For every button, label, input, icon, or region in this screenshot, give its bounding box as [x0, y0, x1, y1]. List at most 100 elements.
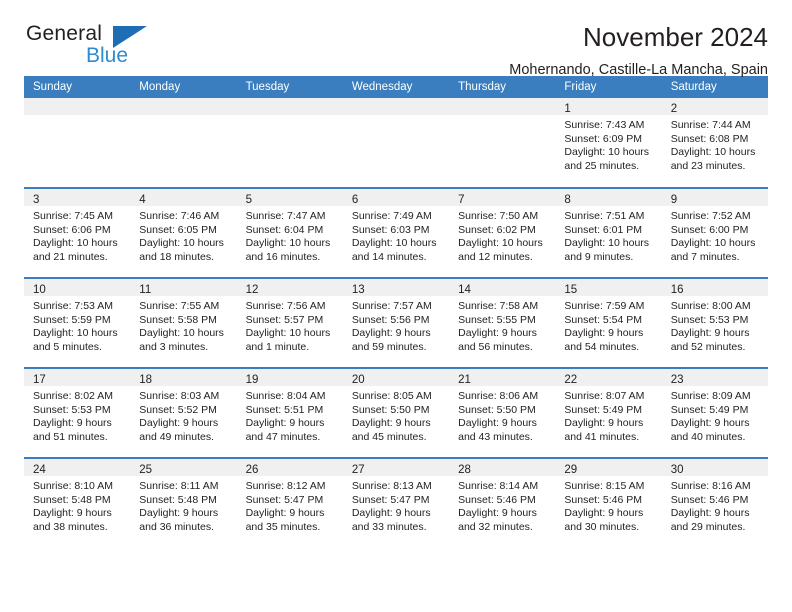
- calendar-day-cell-empty: [342, 98, 450, 188]
- calendar-day-cell[interactable]: 4 Sunrise: 7:46 AM Sunset: 6:05 PM Daylight…: [130, 187, 237, 278]
- calendar-day-cell[interactable]: 21 Sunrise: 8:06 AM Sunset: 5:50 PM Dayligh…: [449, 367, 556, 458]
- calendar-day-cell[interactable]: 25 Sunrise: 8:11 AM Sunset: 5:48 PM Dayligh…: [130, 457, 237, 548]
- day-number-band: 21: [449, 369, 556, 386]
- day-number: 3: [33, 194, 40, 206]
- day-sun-info: Sunrise: 8:10 AM Sunset: 5:48 PM Daylight:…: [24, 476, 130, 534]
- day-number-band: 11: [130, 279, 237, 296]
- day-sun-info: Sunrise: 7:44 AM Sunset: 6:08 PM Daylight:…: [662, 115, 768, 173]
- daylight-text: Daylight: 9 hours and 54 minutes.: [564, 327, 644, 353]
- day-number-band: 2: [661, 98, 768, 115]
- day-cell-inner: [236, 98, 343, 186]
- calendar-day-cell[interactable]: 3 Sunrise: 7:45 AM Sunset: 6:06 PM Daylight…: [24, 187, 131, 278]
- calendar-day-cell[interactable]: 17 Sunrise: 8:02 AM Sunset: 5:53 PM Dayligh…: [24, 367, 131, 458]
- sunrise-text: Sunrise: 8:00 AM: [670, 300, 751, 312]
- day-number-band: 7: [449, 189, 556, 206]
- day-cell-inner: 6 Sunrise: 7:49 AM Sunset: 6:03 PM Daylight…: [342, 189, 450, 277]
- daylight-text: Daylight: 10 hours and 7 minutes.: [670, 237, 756, 263]
- day-number-band: 16: [661, 279, 768, 296]
- day-sun-info: Sunrise: 7:46 AM Sunset: 6:05 PM Daylight:…: [130, 206, 236, 264]
- sunrise-text: Sunrise: 7:53 AM: [33, 300, 113, 312]
- calendar-day-cell[interactable]: 1 Sunrise: 7:43 AM Sunset: 6:09 PM Daylight…: [555, 98, 662, 188]
- calendar-day-cell[interactable]: 6 Sunrise: 7:49 AM Sunset: 6:03 PM Daylight…: [342, 187, 450, 278]
- day-number: 20: [351, 374, 365, 386]
- day-cell-inner: 14 Sunrise: 7:58 AM Sunset: 5:55 PM Dayligh…: [449, 279, 556, 367]
- calendar-day-cell[interactable]: 16 Sunrise: 8:00 AM Sunset: 5:53 PM Dayligh…: [661, 277, 768, 368]
- sunset-text: Sunset: 6:08 PM: [670, 132, 749, 145]
- calendar-day-cell[interactable]: 5 Sunrise: 7:47 AM Sunset: 6:04 PM Daylight…: [236, 187, 343, 278]
- daylight-text: Daylight: 10 hours and 3 minutes.: [139, 327, 224, 353]
- calendar-day-cell[interactable]: 7 Sunrise: 7:50 AM Sunset: 6:02 PM Daylight…: [449, 187, 556, 278]
- calendar-day-cell[interactable]: 20 Sunrise: 8:05 AM Sunset: 5:50 PM Dayligh…: [342, 367, 450, 458]
- page-title: November 2024: [583, 22, 768, 52]
- title-block: November 2024 Mohernando, Castille-La Ma…: [509, 22, 768, 80]
- day-cell-inner: [24, 98, 131, 186]
- day-sun-info: Sunrise: 7:57 AM Sunset: 5:56 PM Daylight:…: [343, 296, 449, 354]
- logo-text-general: General: [26, 22, 103, 45]
- calendar-week-row: 3 Sunrise: 7:45 AM Sunset: 6:06 PM Daylight…: [24, 187, 768, 278]
- calendar-day-cell[interactable]: 26 Sunrise: 8:12 AM Sunset: 5:47 PM Dayligh…: [236, 457, 343, 548]
- calendar-day-cell-empty: [449, 98, 556, 188]
- sunset-text: Sunset: 5:49 PM: [564, 403, 643, 416]
- day-number: 27: [351, 464, 365, 476]
- sunrise-text: Sunrise: 8:05 AM: [351, 390, 432, 402]
- calendar-day-cell[interactable]: 23 Sunrise: 8:09 AM Sunset: 5:49 PM Dayligh…: [661, 367, 768, 458]
- day-number: 15: [564, 284, 578, 296]
- calendar-day-cell[interactable]: 28 Sunrise: 8:14 AM Sunset: 5:46 PM Dayligh…: [449, 457, 556, 548]
- day-number-band: 30: [661, 459, 768, 476]
- daylight-text: Daylight: 9 hours and 52 minutes.: [670, 327, 750, 353]
- day-sun-info: Sunrise: 8:05 AM Sunset: 5:50 PM Daylight:…: [343, 386, 449, 444]
- calendar-day-cell[interactable]: 9 Sunrise: 7:52 AM Sunset: 6:00 PM Daylight…: [661, 187, 768, 278]
- calendar-day-cell[interactable]: 13 Sunrise: 7:57 AM Sunset: 5:56 PM Dayligh…: [342, 277, 450, 368]
- day-cell-inner: 27 Sunrise: 8:13 AM Sunset: 5:47 PM Dayligh…: [342, 459, 450, 547]
- day-sun-info: Sunrise: 8:04 AM Sunset: 5:51 PM Daylight:…: [237, 386, 343, 444]
- page-header: General Blue November 2024 Mohernando, C…: [24, 0, 768, 78]
- sunset-text: Sunset: 5:57 PM: [245, 313, 324, 326]
- calendar-day-cell[interactable]: 8 Sunrise: 7:51 AM Sunset: 6:01 PM Daylight…: [555, 187, 662, 278]
- sunrise-text: Sunrise: 8:11 AM: [139, 480, 219, 492]
- day-cell-inner: 23 Sunrise: 8:09 AM Sunset: 5:49 PM Dayligh…: [661, 369, 768, 457]
- calendar-day-cell[interactable]: 12 Sunrise: 7:56 AM Sunset: 5:57 PM Dayligh…: [236, 277, 343, 368]
- day-sun-info: Sunrise: 7:55 AM Sunset: 5:58 PM Daylight:…: [130, 296, 236, 354]
- day-sun-info: Sunrise: 8:16 AM Sunset: 5:46 PM Daylight:…: [662, 476, 768, 534]
- calendar-day-cell[interactable]: 30 Sunrise: 8:16 AM Sunset: 5:46 PM Dayligh…: [661, 457, 768, 548]
- day-number: 11: [139, 284, 152, 296]
- calendar-week-row: 1 Sunrise: 7:43 AM Sunset: 6:09 PM Daylight…: [24, 98, 768, 188]
- day-sun-info: Sunrise: 8:03 AM Sunset: 5:52 PM Daylight:…: [130, 386, 236, 444]
- day-cell-inner: 30 Sunrise: 8:16 AM Sunset: 5:46 PM Dayligh…: [661, 459, 768, 547]
- day-sun-info: Sunrise: 7:47 AM Sunset: 6:04 PM Daylight:…: [237, 206, 343, 264]
- calendar-day-cell[interactable]: 27 Sunrise: 8:13 AM Sunset: 5:47 PM Dayligh…: [342, 457, 450, 548]
- calendar-day-cell[interactable]: 11 Sunrise: 7:55 AM Sunset: 5:58 PM Dayligh…: [130, 277, 237, 368]
- day-number: 2: [670, 103, 678, 115]
- day-number-band: 4: [130, 189, 237, 206]
- sunset-text: Sunset: 5:49 PM: [670, 403, 749, 416]
- calendar-page: General Blue November 2024 Mohernando, C…: [0, 0, 792, 612]
- calendar-day-cell[interactable]: 18 Sunrise: 8:03 AM Sunset: 5:52 PM Dayligh…: [130, 367, 237, 458]
- calendar-day-cell[interactable]: 19 Sunrise: 8:04 AM Sunset: 5:51 PM Dayligh…: [236, 367, 343, 458]
- day-number-band: 3: [24, 189, 131, 206]
- day-number-band: 5: [236, 189, 343, 206]
- day-number-band: 26: [236, 459, 343, 476]
- calendar-day-cell[interactable]: 14 Sunrise: 7:58 AM Sunset: 5:55 PM Dayligh…: [449, 277, 556, 368]
- calendar-day-cell[interactable]: 22 Sunrise: 8:07 AM Sunset: 5:49 PM Dayligh…: [555, 367, 662, 458]
- day-number-band: 24: [24, 459, 131, 476]
- calendar-day-cell[interactable]: 24 Sunrise: 8:10 AM Sunset: 5:48 PM Dayligh…: [24, 457, 131, 548]
- daylight-text: Daylight: 9 hours and 56 minutes.: [458, 327, 537, 353]
- day-number: 13: [351, 284, 365, 296]
- sunrise-text: Sunrise: 8:15 AM: [564, 480, 645, 492]
- day-number: 28: [458, 464, 471, 476]
- daylight-text: Daylight: 10 hours and 21 minutes.: [33, 237, 118, 263]
- day-cell-inner: 9 Sunrise: 7:52 AM Sunset: 6:00 PM Daylight…: [661, 189, 768, 277]
- sunrise-text: Sunrise: 7:57 AM: [351, 300, 432, 312]
- day-cell-inner: 20 Sunrise: 8:05 AM Sunset: 5:50 PM Dayligh…: [342, 369, 450, 457]
- daylight-text: Daylight: 10 hours and 18 minutes.: [139, 237, 224, 263]
- calendar-day-cell[interactable]: 29 Sunrise: 8:15 AM Sunset: 5:46 PM Dayligh…: [555, 457, 662, 548]
- calendar-day-cell[interactable]: 10 Sunrise: 7:53 AM Sunset: 5:59 PM Dayligh…: [24, 277, 131, 368]
- day-number: 8: [564, 194, 571, 206]
- sunset-text: Sunset: 5:53 PM: [33, 403, 111, 416]
- day-number: 12: [245, 284, 259, 296]
- calendar-day-cell[interactable]: 2 Sunrise: 7:44 AM Sunset: 6:08 PM Daylight…: [661, 98, 768, 188]
- calendar-day-cell[interactable]: 15 Sunrise: 7:59 AM Sunset: 5:54 PM Dayligh…: [555, 277, 662, 368]
- day-cell-inner: 17 Sunrise: 8:02 AM Sunset: 5:53 PM Dayligh…: [24, 369, 131, 457]
- day-number: 1: [564, 103, 571, 115]
- weekday-header-monday: Monday: [130, 76, 237, 98]
